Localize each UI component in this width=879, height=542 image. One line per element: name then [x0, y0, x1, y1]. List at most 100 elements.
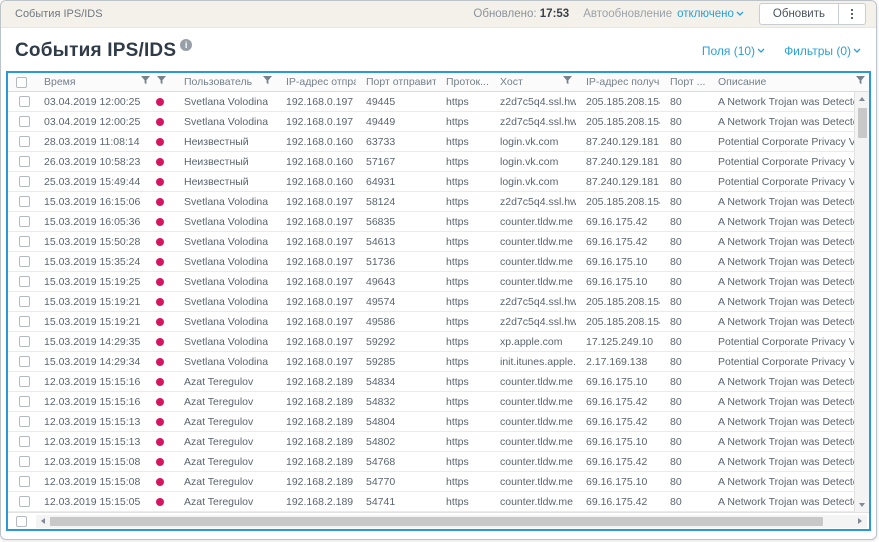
row-checkbox[interactable]	[18, 116, 30, 127]
cell-dst-ip: 69.16.175.10	[586, 375, 648, 388]
autorefresh-state-dropdown[interactable]: отключено	[677, 8, 745, 20]
table-row[interactable]: 03.04.2019 12:00:25 Svetlana Volodina 19…	[8, 92, 854, 112]
row-checkbox-cell	[8, 472, 34, 491]
row-checkbox[interactable]	[18, 136, 30, 147]
table-row[interactable]: 12.03.2019 15:15:16 Azat Teregulov 192.1…	[8, 392, 854, 412]
cell-description: Potential Corporate Privacy Violation	[718, 135, 854, 148]
row-checkbox[interactable]	[18, 396, 30, 407]
row-checkbox[interactable]	[18, 236, 30, 247]
table-row[interactable]: 15.03.2019 16:05:36 Svetlana Volodina 19…	[8, 212, 854, 232]
row-checkbox-cell	[8, 312, 34, 331]
column-header-protocol[interactable]: Проток...	[436, 73, 490, 91]
column-header-dst-port[interactable]: Порт ...	[660, 73, 708, 91]
filter-icon[interactable]	[157, 76, 166, 88]
row-checkbox[interactable]	[18, 256, 30, 267]
cell-dst-port: 80	[670, 235, 682, 248]
autorefresh-label: Автообновление	[583, 8, 673, 20]
cell-severity	[154, 472, 174, 491]
column-header-dst-ip[interactable]: IP-адрес получат...	[576, 73, 660, 91]
cell-description: A Network Trojan was Detected: ET F	[718, 115, 854, 128]
table-row[interactable]: 12.03.2019 15:15:08 Azat Teregulov 192.1…	[8, 472, 854, 492]
refresh-button[interactable]: Обновить	[758, 3, 839, 25]
column-header-host[interactable]: Хост	[490, 73, 576, 91]
info-icon[interactable]: i	[180, 39, 193, 51]
vertical-scrollbar-thumb[interactable]	[857, 108, 867, 138]
filters-dropdown[interactable]: Фильтры (0)	[784, 44, 862, 58]
row-checkbox[interactable]	[18, 316, 30, 327]
table-row[interactable]: 15.03.2019 15:19:21 Svetlana Volodina 19…	[8, 312, 854, 332]
table-row[interactable]: 15.03.2019 14:29:34 Svetlana Volodina 19…	[8, 352, 854, 372]
row-checkbox[interactable]	[18, 156, 30, 167]
cell-dst-ip: 69.16.175.10	[586, 255, 648, 268]
row-checkbox[interactable]	[18, 176, 30, 187]
table-row[interactable]: 12.03.2019 15:15:13 Azat Teregulov 192.1…	[8, 432, 854, 452]
filter-icon[interactable]	[263, 76, 272, 88]
scroll-down-arrow[interactable]	[855, 498, 869, 512]
row-checkbox[interactable]	[18, 276, 30, 287]
chevron-down-icon	[736, 8, 745, 20]
row-checkbox[interactable]	[18, 216, 30, 227]
horizontal-scrollbar-thumb[interactable]	[50, 516, 823, 526]
footer-checkbox-cell	[8, 515, 34, 527]
row-checkbox[interactable]	[18, 496, 30, 507]
cell-protocol: https	[446, 335, 469, 348]
column-header-src-port[interactable]: Порт отправит...	[356, 73, 436, 91]
cell-protocol: https	[446, 315, 469, 328]
fields-dropdown[interactable]: Поля (10)	[702, 44, 766, 58]
column-header-user[interactable]: Пользователь	[174, 73, 276, 91]
cell-time: 15.03.2019 14:29:35	[44, 335, 141, 348]
column-header-description[interactable]: Описание	[708, 73, 869, 91]
row-checkbox[interactable]	[18, 436, 30, 447]
cell-user: Svetlana Volodina	[184, 215, 269, 228]
scroll-right-arrow[interactable]	[853, 515, 867, 528]
row-checkbox[interactable]	[18, 356, 30, 367]
table-row[interactable]: 12.03.2019 15:15:13 Azat Teregulov 192.1…	[8, 412, 854, 432]
cell-host: z2d7c5q4.ssl.hwc...	[500, 115, 576, 128]
cell-time: 03.04.2019 12:00:25	[44, 115, 141, 128]
vertical-scrollbar[interactable]	[854, 92, 869, 512]
row-checkbox[interactable]	[18, 96, 30, 107]
scroll-up-arrow[interactable]	[855, 92, 869, 106]
row-checkbox[interactable]	[18, 336, 30, 347]
table-row[interactable]: 15.03.2019 15:19:21 Svetlana Volodina 19…	[8, 292, 854, 312]
footer-checkbox[interactable]	[15, 515, 27, 527]
cell-src-port: 49574	[366, 295, 396, 308]
table-row[interactable]: 15.03.2019 15:50:28 Svetlana Volodina 19…	[8, 232, 854, 252]
column-header-time[interactable]: Время	[34, 73, 154, 91]
row-checkbox[interactable]	[18, 456, 30, 467]
severity-dot-icon	[156, 137, 164, 146]
row-checkbox[interactable]	[18, 376, 30, 387]
table-row[interactable]: 15.03.2019 16:15:06 Svetlana Volodina 19…	[8, 192, 854, 212]
table-row[interactable]: 12.03.2019 15:15:16 Azat Teregulov 192.1…	[8, 372, 854, 392]
select-all-checkbox[interactable]	[15, 76, 27, 88]
table-row[interactable]: 12.03.2019 15:15:08 Azat Teregulov 192.1…	[8, 452, 854, 472]
column-header-src-ip[interactable]: IP-адрес отпра...	[276, 73, 356, 91]
cell-src-port: 54770	[366, 475, 396, 488]
table-row[interactable]: 26.03.2019 10:58:23 Неизвестный 192.168.…	[8, 152, 854, 172]
table-row[interactable]: 25.03.2019 15:49:44 Неизвестный 192.168.…	[8, 172, 854, 192]
kebab-menu-button[interactable]	[839, 3, 866, 25]
table-row[interactable]: 15.03.2019 14:29:35 Svetlana Volodina 19…	[8, 332, 854, 352]
table-row[interactable]: 12.03.2019 15:15:05 Azat Teregulov 192.1…	[8, 492, 854, 512]
severity-dot-icon	[156, 357, 164, 366]
filter-icon[interactable]	[141, 76, 150, 88]
horizontal-scrollbar[interactable]	[36, 514, 867, 528]
cell-dst-ip: 205.185.208.154...	[586, 95, 660, 108]
cell-src-port: 63733	[366, 135, 396, 148]
cell-time: 15.03.2019 15:50:28	[44, 235, 141, 248]
table-row[interactable]: 03.04.2019 12:00:25 Svetlana Volodina 19…	[8, 112, 854, 132]
table-row[interactable]: 15.03.2019 15:19:25 Svetlana Volodina 19…	[8, 272, 854, 292]
row-checkbox[interactable]	[18, 476, 30, 487]
column-header-severity[interactable]	[154, 73, 174, 91]
cell-severity	[154, 272, 174, 291]
table-row[interactable]: 28.03.2019 11:08:14 Неизвестный 192.168.…	[8, 132, 854, 152]
row-checkbox[interactable]	[18, 296, 30, 307]
filter-icon[interactable]	[856, 76, 865, 88]
table-row[interactable]: 15.03.2019 15:35:24 Svetlana Volodina 19…	[8, 252, 854, 272]
cell-dst-port: 80	[670, 475, 682, 488]
cell-time: 15.03.2019 15:19:21	[44, 295, 141, 308]
scroll-left-arrow[interactable]	[36, 515, 50, 528]
row-checkbox[interactable]	[18, 196, 30, 207]
filter-icon[interactable]	[563, 76, 572, 88]
row-checkbox[interactable]	[18, 416, 30, 427]
